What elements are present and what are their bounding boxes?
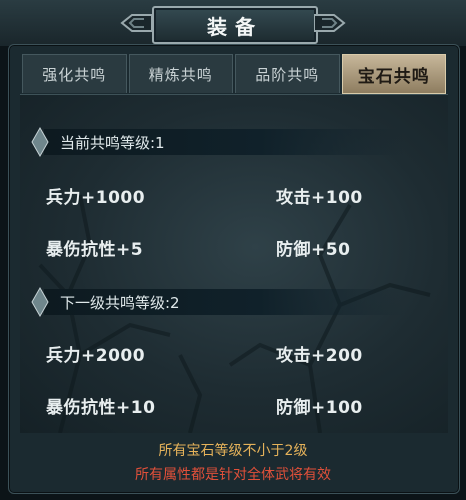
requirement-text: 所有宝石等级不小于2级 [158,443,308,459]
stat-troops: 兵力+1000 [46,188,146,208]
stat-troops-next: 兵力+2000 [46,346,146,366]
stat-crit-damage-resist-next: 暴伤抗性+10 [46,398,156,418]
window-header: 装备 [0,0,466,46]
diamond-bullet-icon [31,126,49,158]
stat-defense-next: 防御+100 [276,398,363,418]
title-ornament: 装备 [118,4,348,44]
stat-defense: 防御+50 [276,240,351,260]
right-wing-ornament [314,14,346,32]
next-level-header: 下一级共鸣等级:2 [31,286,404,318]
tab-rank-resonance[interactable]: 品阶共鸣 [235,54,340,93]
diamond-bullet-icon [31,286,49,318]
current-level-header: 当前共鸣等级:1 [31,126,404,158]
window-title: 装备 [207,14,263,39]
stat-crit-damage-resist: 暴伤抗性+5 [46,240,144,260]
tab-gem-resonance[interactable]: 宝石共鸣 [341,54,446,94]
current-level-label: 当前共鸣等级:1 [60,133,165,152]
effect-note-text: 所有属性都是针对全体武将有效 [135,467,331,483]
stat-attack: 攻击+100 [276,188,363,208]
next-level-label: 下一级共鸣等级:2 [60,293,180,312]
tab-bar: 强化共鸣 精炼共鸣 品阶共鸣 宝石共鸣 [22,54,446,94]
stat-attack-next: 攻击+200 [276,346,363,366]
content-area: 当前共鸣等级:1 兵力+1000 攻击+100 暴伤抗性+5 防御+50 下一级… [20,94,448,433]
left-wing-ornament [120,14,152,32]
tab-refine-resonance[interactable]: 精炼共鸣 [128,54,233,93]
tab-enhance-resonance[interactable]: 强化共鸣 [22,54,127,93]
title-plate: 装备 [152,6,318,44]
